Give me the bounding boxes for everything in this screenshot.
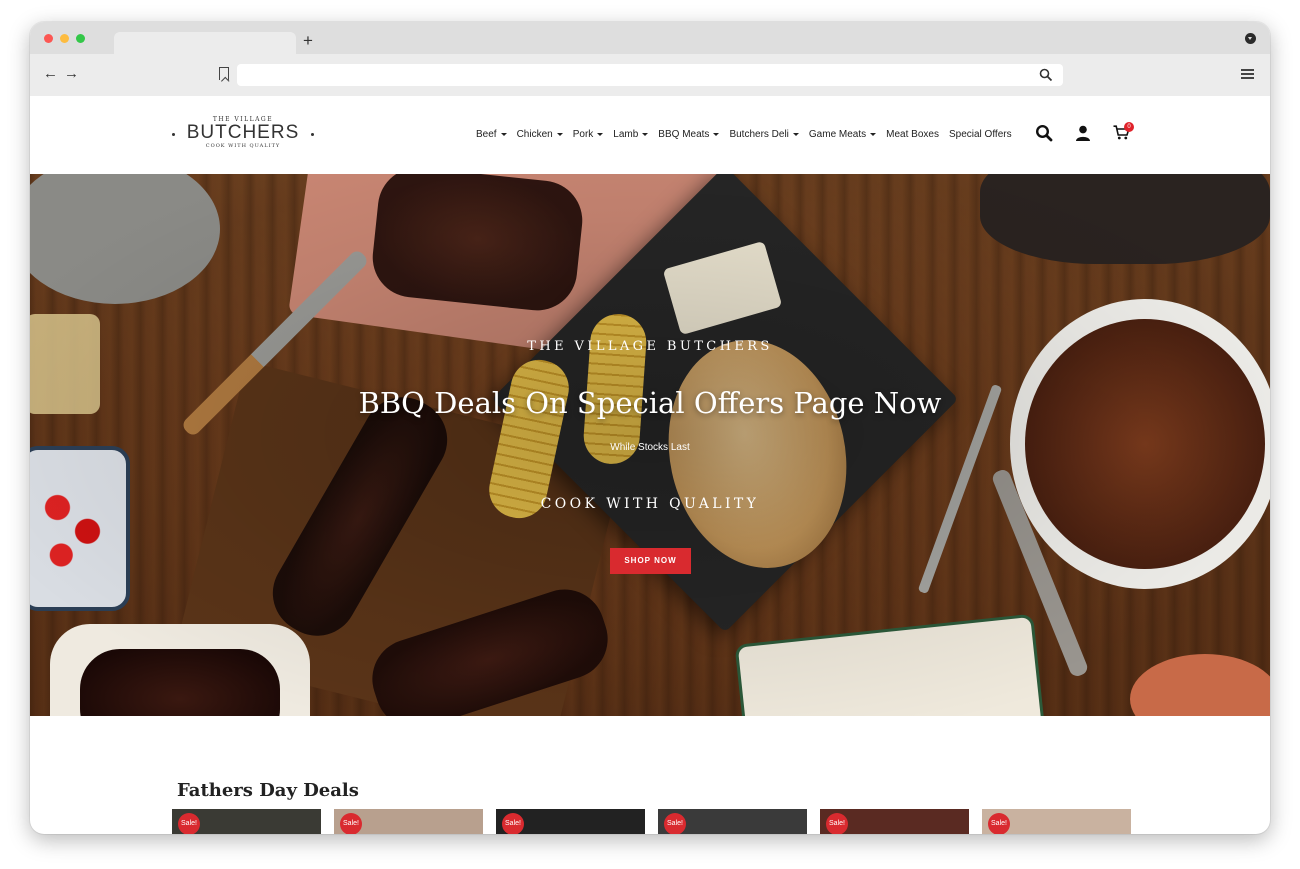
hero-banner: THE VILLAGE BUTCHERS BBQ Deals On Specia… — [30, 174, 1270, 716]
hero-kicker: THE VILLAGE BUTCHERS — [527, 339, 773, 354]
shop-now-button[interactable]: SHOP NOW — [610, 548, 691, 574]
nav-item-label: Beef — [476, 129, 497, 140]
product-card[interactable]: Sale! — [982, 809, 1131, 834]
nav-item-butchers-deli[interactable]: Butchers Deli — [729, 128, 799, 141]
logo-dot-left — [172, 133, 175, 136]
sale-badge: Sale! — [664, 813, 686, 834]
nav-item-label: BBQ Meats — [658, 129, 710, 140]
user-icon[interactable] — [1075, 125, 1091, 141]
product-card[interactable]: Sale! — [496, 809, 645, 834]
logo-dot-right — [311, 133, 314, 136]
tab-menu-icon[interactable] — [1245, 33, 1256, 44]
chevron-down-icon — [713, 133, 720, 136]
chevron-down-icon — [500, 133, 507, 136]
search-icon[interactable] — [1035, 124, 1053, 142]
nav-item-bbq-meats[interactable]: BBQ Meats — [658, 128, 720, 141]
minimize-window-dot[interactable] — [60, 34, 69, 43]
main-navigation: Beef Chicken Pork Lamb BBQ Meats Butcher… — [476, 128, 1012, 141]
product-grid: Sale! Sale! Sale! Sale! Sale! Sale! — [172, 809, 1131, 834]
chevron-down-icon — [870, 133, 877, 136]
product-card[interactable]: Sale! — [658, 809, 807, 834]
product-card[interactable]: Sale! — [820, 809, 969, 834]
nav-item-lamb[interactable]: Lamb — [613, 128, 649, 141]
sale-badge: Sale! — [340, 813, 362, 834]
nav-item-beef[interactable]: Beef — [476, 128, 507, 141]
site-header: THE VILLAGE BUTCHERS COOK WITH QUALITY B… — [30, 96, 1270, 174]
nav-item-label: Game Meats — [808, 129, 867, 140]
forward-button[interactable]: → — [64, 66, 79, 82]
hero-subtitle: While Stocks Last — [610, 442, 690, 453]
close-window-dot[interactable] — [44, 34, 53, 43]
address-bar[interactable] — [237, 64, 1063, 86]
sale-badge: Sale! — [988, 813, 1010, 834]
new-tab-button[interactable]: + — [303, 31, 313, 51]
hero-title: BBQ Deals On Special Offers Page Now — [358, 386, 942, 420]
browser-toolbar: ← → — [30, 54, 1270, 96]
browser-tab[interactable] — [114, 32, 296, 54]
nav-item-label: Special Offers — [948, 129, 1012, 140]
sale-badge: Sale! — [826, 813, 848, 834]
nav-item-chicken[interactable]: Chicken — [517, 128, 563, 141]
browser-menu-icon[interactable] — [1241, 69, 1254, 79]
back-button[interactable]: ← — [43, 66, 58, 82]
product-card[interactable]: Sale! — [172, 809, 321, 834]
bookmark-icon[interactable] — [219, 67, 229, 80]
search-icon[interactable] — [1039, 68, 1053, 82]
chevron-down-icon — [597, 133, 604, 136]
cart-count-badge: 0 — [1124, 122, 1134, 132]
chevron-down-icon — [642, 133, 649, 136]
nav-item-label: Butchers Deli — [729, 129, 789, 140]
maximize-window-dot[interactable] — [76, 34, 85, 43]
nav-item-label: Lamb — [613, 129, 639, 140]
sale-badge: Sale! — [178, 813, 200, 834]
section-title: Fathers Day Deals — [177, 780, 359, 801]
logo-main-text: BUTCHERS — [186, 122, 300, 143]
browser-window: + ← → THE VILLAGE BUTCHERS COOK WITH QUA… — [30, 22, 1270, 834]
nav-item-pork[interactable]: Pork — [573, 128, 604, 141]
nav-item-label: Meat Boxes — [886, 129, 939, 140]
product-card[interactable]: Sale! — [334, 809, 483, 834]
browser-tab-bar: + — [30, 22, 1270, 54]
hero-tagline: COOK WITH QUALITY — [540, 496, 760, 512]
nav-item-special-offers[interactable]: Special Offers — [949, 128, 1012, 141]
site-logo[interactable]: THE VILLAGE BUTCHERS COOK WITH QUALITY — [172, 116, 314, 150]
nav-item-label: Pork — [572, 129, 594, 140]
chevron-down-icon — [792, 133, 799, 136]
logo-sub-text: COOK WITH QUALITY — [205, 143, 281, 149]
chevron-down-icon — [556, 133, 563, 136]
sale-badge: Sale! — [502, 813, 524, 834]
nav-item-label: Chicken — [516, 129, 553, 140]
nav-item-game-meats[interactable]: Game Meats — [808, 128, 877, 141]
nav-item-meat-boxes[interactable]: Meat Boxes — [886, 128, 939, 141]
